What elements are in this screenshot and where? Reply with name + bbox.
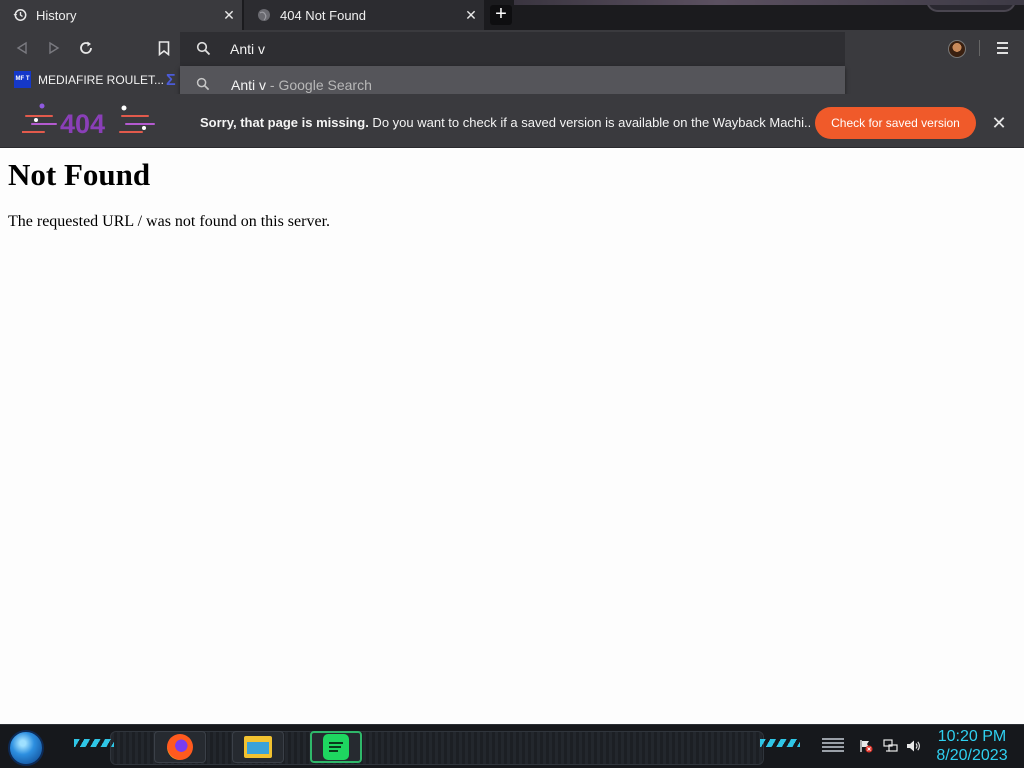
suggestion-text: Anti v - Google Search [231, 77, 372, 93]
tab-title: History [36, 7, 77, 23]
address-bar[interactable] [180, 32, 845, 66]
notes-app-icon [323, 734, 349, 760]
svg-text:404: 404 [60, 109, 105, 139]
globe-icon [256, 7, 272, 23]
new-tab-button[interactable]: + [490, 4, 512, 25]
suggestion-separator: - [266, 77, 279, 93]
bookmark-button[interactable] [154, 38, 174, 58]
wayback-message-bold: Sorry, that page is missing. [200, 115, 369, 130]
profile-avatar[interactable] [948, 40, 966, 58]
taskbar-firefox[interactable] [154, 731, 206, 763]
window-frame-decoration [926, 0, 1016, 12]
search-icon [196, 41, 211, 61]
page-heading: Not Found [8, 157, 151, 192]
volume-icon[interactable] [905, 738, 921, 754]
suggestion-source: Google Search [278, 77, 372, 93]
suggestion-query: Anti v [231, 77, 267, 93]
wayback-banner: 404 Sorry, that page is missing. Do you … [0, 94, 1024, 148]
system-clock[interactable]: 10:20 PM 8/20/2023 [932, 727, 1012, 765]
taskbar-decoration [760, 739, 800, 747]
start-button[interactable] [8, 730, 44, 766]
tab-close-icon[interactable]: ✕ [220, 6, 238, 24]
file-explorer-icon [244, 736, 272, 758]
back-arrow-icon [16, 41, 27, 55]
wayback-404-logo: 404 [22, 103, 155, 139]
reload-button[interactable] [76, 38, 96, 58]
action-center-flag-icon[interactable] [858, 738, 874, 754]
check-saved-version-button[interactable]: Check for saved version [815, 107, 976, 139]
wayback-message-text: Do you want to check if a saved version … [368, 115, 810, 130]
address-input[interactable] [230, 38, 790, 60]
back-button[interactable] [12, 38, 32, 58]
forward-button[interactable] [44, 38, 64, 58]
mediafire-icon: MF T [14, 71, 31, 88]
tab-close-icon[interactable]: ✕ [462, 6, 480, 24]
taskbar-decoration [74, 739, 114, 747]
tab-title: 404 Not Found [280, 7, 367, 23]
wayback-message: Sorry, that page is missing. Do you want… [200, 115, 810, 130]
bookmark-mediafire-roulette[interactable]: MF T MEDIAFIRE ROULET... [14, 71, 164, 88]
firefox-icon [167, 734, 193, 760]
toolbar-divider [979, 40, 980, 56]
taskbar-file-explorer[interactable] [232, 731, 284, 763]
taskbar-notes-app[interactable] [310, 731, 362, 763]
bookmark-icon [158, 40, 170, 56]
sigma-bookmark-icon[interactable]: Σ [166, 72, 176, 90]
close-icon[interactable]: ✕ [990, 114, 1008, 132]
history-icon [12, 7, 28, 23]
bookmark-label: MEDIAFIRE ROULET... [38, 72, 165, 87]
menu-icon[interactable] [994, 40, 1010, 56]
tab-strip: History ✕ 404 Not Found ✕ + [0, 0, 1024, 30]
clock-time: 10:20 PM [937, 728, 1007, 745]
network-icon[interactable] [882, 738, 898, 754]
page-body-text: The requested URL / was not found on thi… [8, 213, 331, 230]
reload-icon [80, 41, 92, 54]
tab-history[interactable]: History ✕ [0, 0, 242, 30]
page-content: Not Found The requested URL / was not fo… [0, 149, 1024, 724]
tab-404-not-found[interactable]: 404 Not Found ✕ [244, 0, 484, 30]
show-hidden-icons[interactable] [822, 738, 844, 754]
forward-arrow-icon [49, 41, 60, 55]
taskbar: 10:20 PM 8/20/2023 [0, 724, 1024, 768]
clock-date: 8/20/2023 [936, 747, 1008, 764]
